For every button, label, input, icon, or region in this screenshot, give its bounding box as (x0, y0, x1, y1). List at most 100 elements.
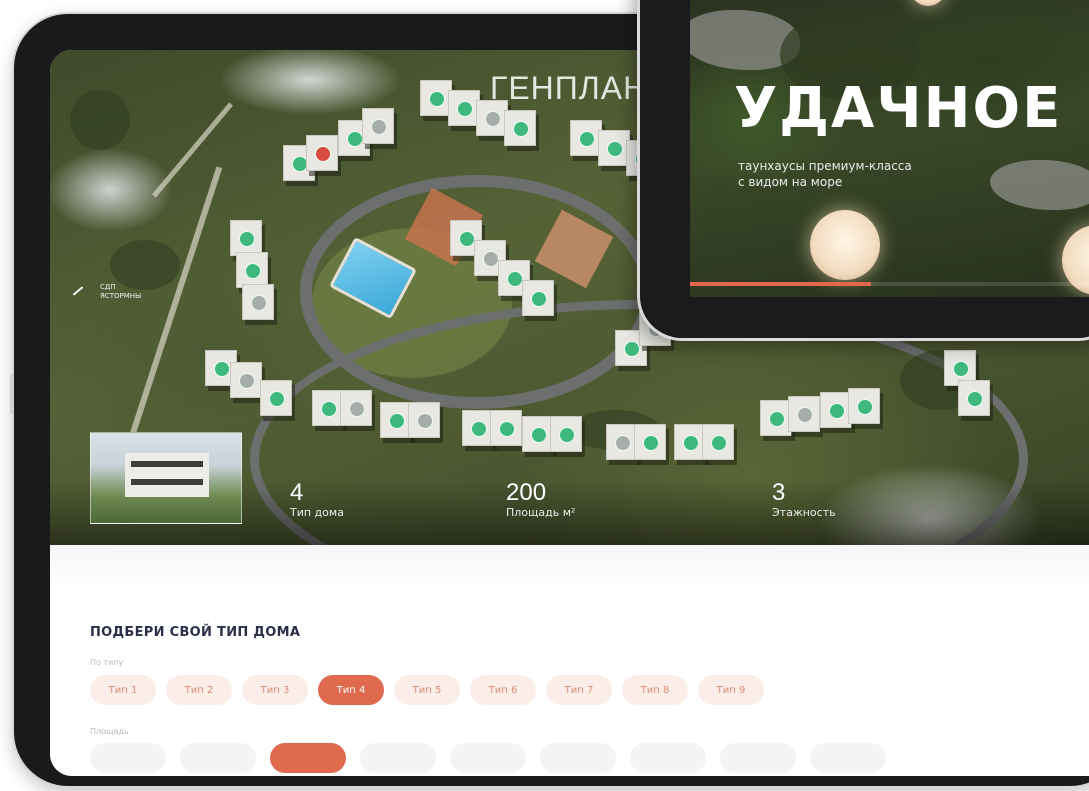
type-chip[interactable]: Тип 1 (90, 675, 156, 705)
plot-marker[interactable] (459, 231, 475, 247)
plot-marker[interactable] (615, 435, 631, 451)
plot-marker[interactable] (239, 231, 255, 247)
house-type-selector: ПОДБЕРИ СВОЙ ТИП ДОМА По типу Тип 1 Тип … (50, 545, 1089, 776)
plot-marker[interactable] (797, 407, 813, 423)
house-plot[interactable] (504, 110, 536, 146)
plot-marker-selected[interactable] (315, 146, 331, 162)
area-chip[interactable] (180, 743, 256, 773)
plot-marker[interactable] (214, 361, 230, 377)
plot-marker[interactable] (269, 391, 285, 407)
hero-subtitle-line: с видом на море (738, 175, 843, 189)
plot-marker[interactable] (513, 121, 529, 137)
plot-marker[interactable] (485, 111, 501, 127)
plot-marker[interactable] (389, 413, 405, 429)
area-chip[interactable] (360, 743, 436, 773)
type-chip[interactable]: Тип 5 (394, 675, 460, 705)
plot-marker[interactable] (251, 295, 267, 311)
plot-marker[interactable] (857, 399, 873, 415)
area-chip[interactable] (810, 743, 886, 773)
house-plot[interactable] (408, 402, 440, 438)
road-label: СДП ЯСТОРМНЫ (100, 283, 142, 300)
area-chip[interactable] (630, 743, 706, 773)
plot-marker[interactable] (471, 421, 487, 437)
plot-marker[interactable] (559, 427, 575, 443)
plot-marker[interactable] (457, 101, 473, 117)
type-chip[interactable]: Тип 3 (242, 675, 308, 705)
type-chip[interactable]: Тип 6 (470, 675, 536, 705)
house-plot[interactable] (236, 252, 268, 288)
hero-slide[interactable]: УДАЧНОЕ таунхаусы премиум-класса с видом… (690, 0, 1089, 297)
garden-lamp (910, 0, 946, 6)
type-chip[interactable]: Тип 8 (622, 675, 688, 705)
tree (70, 90, 130, 150)
house-plot[interactable] (242, 284, 274, 320)
type-chip[interactable]: Тип 9 (698, 675, 764, 705)
area-chip[interactable] (90, 743, 166, 773)
plot-marker[interactable] (607, 141, 623, 157)
stat-label: Этажность (772, 506, 836, 519)
plot-marker[interactable] (239, 373, 255, 389)
building-image (125, 453, 209, 497)
house-plot[interactable] (702, 424, 734, 460)
plot-marker[interactable] (531, 291, 547, 307)
plot-marker[interactable] (829, 403, 845, 419)
hero-title: УДАЧНОЕ (734, 76, 1063, 141)
filter-label-area: Площадь (90, 727, 129, 736)
rock (990, 160, 1089, 210)
house-plot[interactable] (958, 380, 990, 416)
house-plot[interactable] (550, 416, 582, 452)
slide-progress-track[interactable] (690, 282, 1089, 286)
type-chip[interactable]: Тип 2 (166, 675, 232, 705)
garden-lamp (810, 210, 880, 280)
area-chip-active[interactable] (270, 743, 346, 773)
area-chip-row (90, 743, 886, 773)
house-plot[interactable] (788, 396, 820, 432)
plot-marker[interactable] (429, 91, 445, 107)
plot-marker[interactable] (643, 435, 659, 451)
plot-marker[interactable] (483, 251, 499, 267)
slide-progress-fill (690, 282, 871, 286)
tablet-hardware-button (10, 374, 14, 414)
hero-subtitle: таунхаусы премиум-класса с видом на море (738, 158, 912, 190)
house-plot[interactable] (260, 380, 292, 416)
plot-marker[interactable] (624, 341, 640, 357)
house-plot[interactable] (848, 388, 880, 424)
plot-marker[interactable] (321, 401, 337, 417)
house-plot[interactable] (490, 410, 522, 446)
plot-marker[interactable] (579, 131, 595, 147)
house-plot[interactable] (362, 108, 394, 144)
plot-marker[interactable] (967, 391, 983, 407)
plot-marker[interactable] (507, 271, 523, 287)
type-chip-row: Тип 1 Тип 2 Тип 3 Тип 4 Тип 5 Тип 6 Тип … (90, 675, 764, 705)
house-plot-selected[interactable] (306, 135, 338, 171)
plot-marker[interactable] (953, 361, 969, 377)
plot-marker[interactable] (769, 411, 785, 427)
plot-marker[interactable] (711, 435, 727, 451)
house-plot[interactable] (340, 390, 372, 426)
filter-label-type: По типу (90, 658, 124, 667)
plot-marker[interactable] (371, 119, 387, 135)
area-chip[interactable] (720, 743, 796, 773)
type-chip[interactable]: Тип 7 (546, 675, 612, 705)
stat-value: 200 (506, 479, 547, 506)
plot-marker[interactable] (349, 401, 365, 417)
house-plot[interactable] (230, 362, 262, 398)
house-plot[interactable] (634, 424, 666, 460)
plot-marker[interactable] (531, 427, 547, 443)
arrow-icon (72, 286, 84, 296)
plot-marker[interactable] (417, 413, 433, 429)
section-divider (50, 545, 1089, 587)
type-chip-active[interactable]: Тип 4 (318, 675, 384, 705)
stat-label: Тип дома (290, 506, 344, 519)
house-type-thumbnail[interactable] (90, 432, 242, 524)
stat-value: 3 (772, 479, 786, 506)
phone-device: УДАЧНОЕ таунхаусы премиум-класса с видом… (640, 0, 1089, 338)
plot-marker[interactable] (499, 421, 515, 437)
area-chip[interactable] (540, 743, 616, 773)
plot-marker[interactable] (245, 263, 261, 279)
area-chip[interactable] (450, 743, 526, 773)
plot-marker[interactable] (347, 131, 363, 147)
house-plot[interactable] (522, 280, 554, 316)
plot-marker[interactable] (683, 435, 699, 451)
house-plot[interactable] (230, 220, 262, 256)
